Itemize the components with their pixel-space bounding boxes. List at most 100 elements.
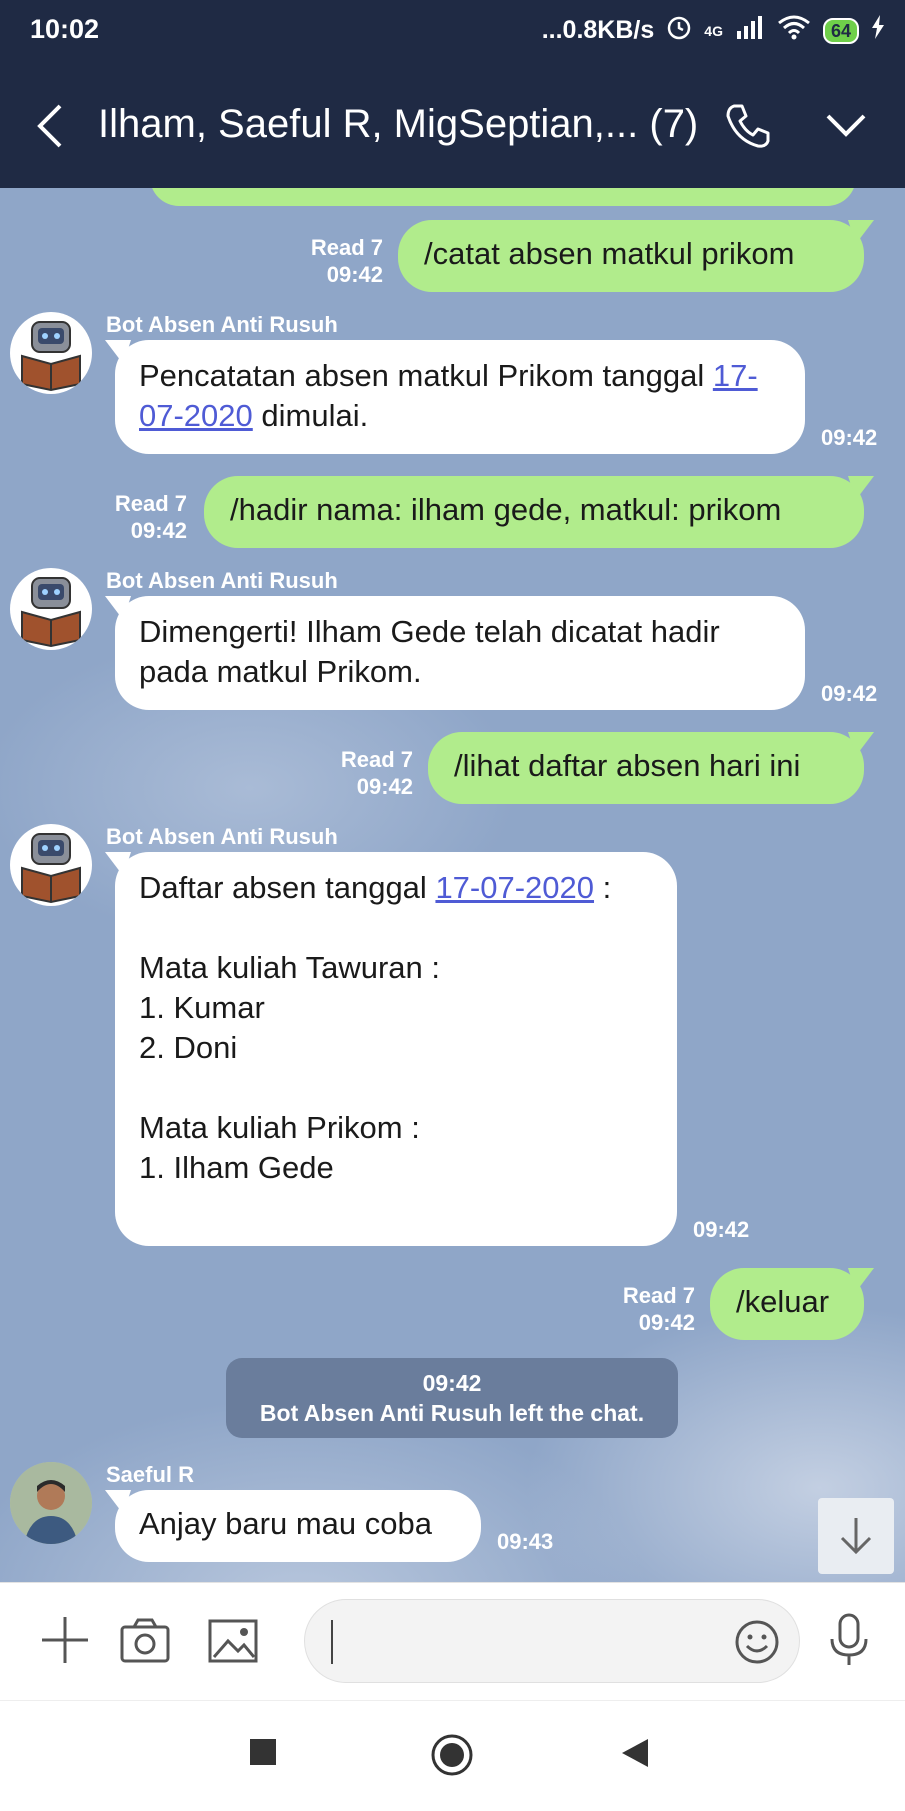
back-icon bbox=[622, 1739, 648, 1767]
message-text: /hadir nama: ilham gede, matkul: prikom bbox=[230, 492, 782, 527]
scroll-to-bottom-button[interactable] bbox=[818, 1498, 894, 1574]
partial-message-bubble bbox=[150, 188, 856, 206]
message-time: 09:42 bbox=[326, 262, 383, 287]
message-time: 09:42 bbox=[821, 425, 878, 450]
message-line bbox=[139, 908, 653, 948]
message-text: /lihat daftar absen hari ini bbox=[454, 748, 801, 783]
message-line: 2. Doni bbox=[139, 1030, 238, 1065]
battery-icon: 64 bbox=[822, 17, 859, 44]
message-time: 09:42 bbox=[130, 518, 187, 543]
chevron-left-icon bbox=[37, 104, 62, 148]
robot-avatar-icon bbox=[21, 577, 81, 648]
message-time: 09:42 bbox=[821, 681, 878, 706]
message-text: dimulai. bbox=[252, 398, 369, 433]
more-button[interactable] bbox=[820, 106, 872, 146]
robot-avatar-icon bbox=[21, 321, 81, 392]
message-line: Daftar absen tanggal 17-07-2020 : bbox=[139, 868, 653, 908]
received-message-bubble[interactable]: Daftar absen tanggal 17-07-2020 : Mata k… bbox=[115, 852, 677, 1246]
avatar[interactable] bbox=[10, 568, 92, 650]
sender-name: Bot Absen Anti Rusuh bbox=[106, 568, 338, 593]
sender-name: Bot Absen Anti Rusuh bbox=[106, 824, 338, 849]
chat-area[interactable]: Read 7 09:42 /catat absen matkul prikom … bbox=[0, 188, 905, 1582]
emoji-button[interactable] bbox=[733, 1618, 781, 1666]
system-nav-bar bbox=[0, 1700, 905, 1811]
gallery-button[interactable] bbox=[204, 1611, 262, 1669]
avatar[interactable] bbox=[10, 1462, 92, 1544]
message-time: 09:43 bbox=[497, 1529, 554, 1554]
microphone-icon bbox=[830, 1613, 868, 1665]
system-time: 09:42 bbox=[422, 1370, 482, 1396]
message-text: /catat absen matkul prikom bbox=[424, 236, 795, 271]
read-label: Read 7 bbox=[340, 747, 413, 772]
message-text: Daftar absen tanggal bbox=[139, 870, 436, 905]
message-time: 09:42 bbox=[693, 1217, 750, 1242]
arrow-down-icon bbox=[840, 1518, 872, 1555]
avatar[interactable] bbox=[10, 824, 92, 906]
status-bar: 10:02 ...0.8KB/s 4G 64 bbox=[0, 0, 905, 64]
received-message-bubble[interactable]: Pencatatan absen matkul Prikom tanggal 1… bbox=[115, 340, 805, 454]
read-label: Read 7 bbox=[114, 491, 187, 516]
read-label: Read 7 bbox=[622, 1283, 695, 1308]
sent-message-bubble[interactable]: /keluar bbox=[710, 1268, 864, 1340]
home-button[interactable] bbox=[430, 1733, 474, 1782]
sent-message-bubble[interactable]: /catat absen matkul prikom bbox=[398, 220, 864, 292]
received-message-bubble[interactable]: Dimengerti! Ilham Gede telah dicatat had… bbox=[115, 596, 805, 710]
recent-apps-icon bbox=[250, 1739, 276, 1765]
message-time: 09:42 bbox=[638, 1310, 695, 1335]
add-button[interactable] bbox=[36, 1611, 94, 1669]
plus-icon bbox=[42, 1617, 88, 1663]
read-label: Read 7 bbox=[310, 235, 383, 260]
signal-label: 4G bbox=[704, 22, 723, 39]
user-avatar-icon bbox=[10, 1462, 92, 1544]
message-line: 1. Ilham Gede bbox=[139, 1150, 334, 1185]
chat-header: Ilham, Saeful R, MigSeptian,... (7) bbox=[0, 64, 905, 188]
input-bar bbox=[0, 1582, 905, 1701]
read-receipt: Read 7 09:42 bbox=[273, 746, 413, 800]
recent-apps-button[interactable] bbox=[248, 1737, 278, 1772]
sender-name: Saeful R bbox=[106, 1462, 195, 1487]
message-text: Pencatatan absen matkul Prikom tanggal bbox=[139, 358, 713, 393]
back-button[interactable] bbox=[30, 100, 70, 152]
robot-avatar-icon bbox=[21, 833, 81, 904]
charging-icon bbox=[871, 15, 885, 46]
read-receipt: Read 7 09:42 bbox=[243, 234, 383, 288]
message-time: 09:42 bbox=[356, 774, 413, 799]
read-receipt: Read 7 09:42 bbox=[555, 1282, 695, 1336]
chevron-down-icon bbox=[826, 114, 866, 137]
sent-message-bubble[interactable]: /hadir nama: ilham gede, matkul: prikom bbox=[204, 476, 864, 548]
chat-title[interactable]: Ilham, Saeful R, MigSeptian,... (7) bbox=[98, 102, 698, 147]
avatar[interactable] bbox=[10, 312, 92, 394]
signal-icon bbox=[735, 15, 765, 46]
message-line: 1. Kumar bbox=[139, 990, 265, 1025]
wifi-icon bbox=[777, 14, 811, 47]
message-line bbox=[139, 1068, 653, 1108]
back-nav-button[interactable] bbox=[620, 1737, 650, 1774]
message-text: Dimengerti! Ilham Gede telah dicatat had… bbox=[139, 614, 720, 689]
message-input[interactable] bbox=[304, 1599, 800, 1683]
received-message-bubble[interactable]: Anjay baru mau coba bbox=[115, 1490, 481, 1562]
sent-message-bubble[interactable]: /lihat daftar absen hari ini bbox=[428, 732, 864, 804]
read-receipt: Read 7 09:42 bbox=[47, 490, 187, 544]
system-notice: 09:42 Bot Absen Anti Rusuh left the chat… bbox=[226, 1358, 678, 1438]
network-speed: ...0.8KB/s bbox=[541, 16, 655, 44]
date-link[interactable]: 17-07-2020 bbox=[435, 870, 594, 905]
phone-icon bbox=[726, 104, 770, 148]
sender-name: Bot Absen Anti Rusuh bbox=[106, 312, 338, 337]
message-line: Mata kuliah Prikom : bbox=[139, 1110, 420, 1145]
message-text: /keluar bbox=[736, 1284, 830, 1319]
alarm-icon bbox=[666, 14, 692, 47]
message-text: Anjay baru mau coba bbox=[139, 1506, 432, 1541]
text-caret bbox=[331, 1620, 333, 1664]
message-text: : bbox=[594, 870, 612, 905]
home-icon bbox=[431, 1734, 473, 1776]
status-indicators: ...0.8KB/s 4G 64 bbox=[542, 14, 885, 47]
call-button[interactable] bbox=[722, 100, 774, 152]
message-line: Mata kuliah Tawuran : bbox=[139, 950, 440, 985]
voice-button[interactable] bbox=[820, 1611, 878, 1669]
image-icon bbox=[208, 1619, 258, 1663]
emoji-icon bbox=[735, 1620, 779, 1664]
camera-icon bbox=[120, 1618, 170, 1663]
camera-button[interactable] bbox=[116, 1611, 174, 1669]
system-text: Bot Absen Anti Rusuh left the chat. bbox=[259, 1400, 645, 1426]
status-time: 10:02 bbox=[30, 14, 100, 44]
